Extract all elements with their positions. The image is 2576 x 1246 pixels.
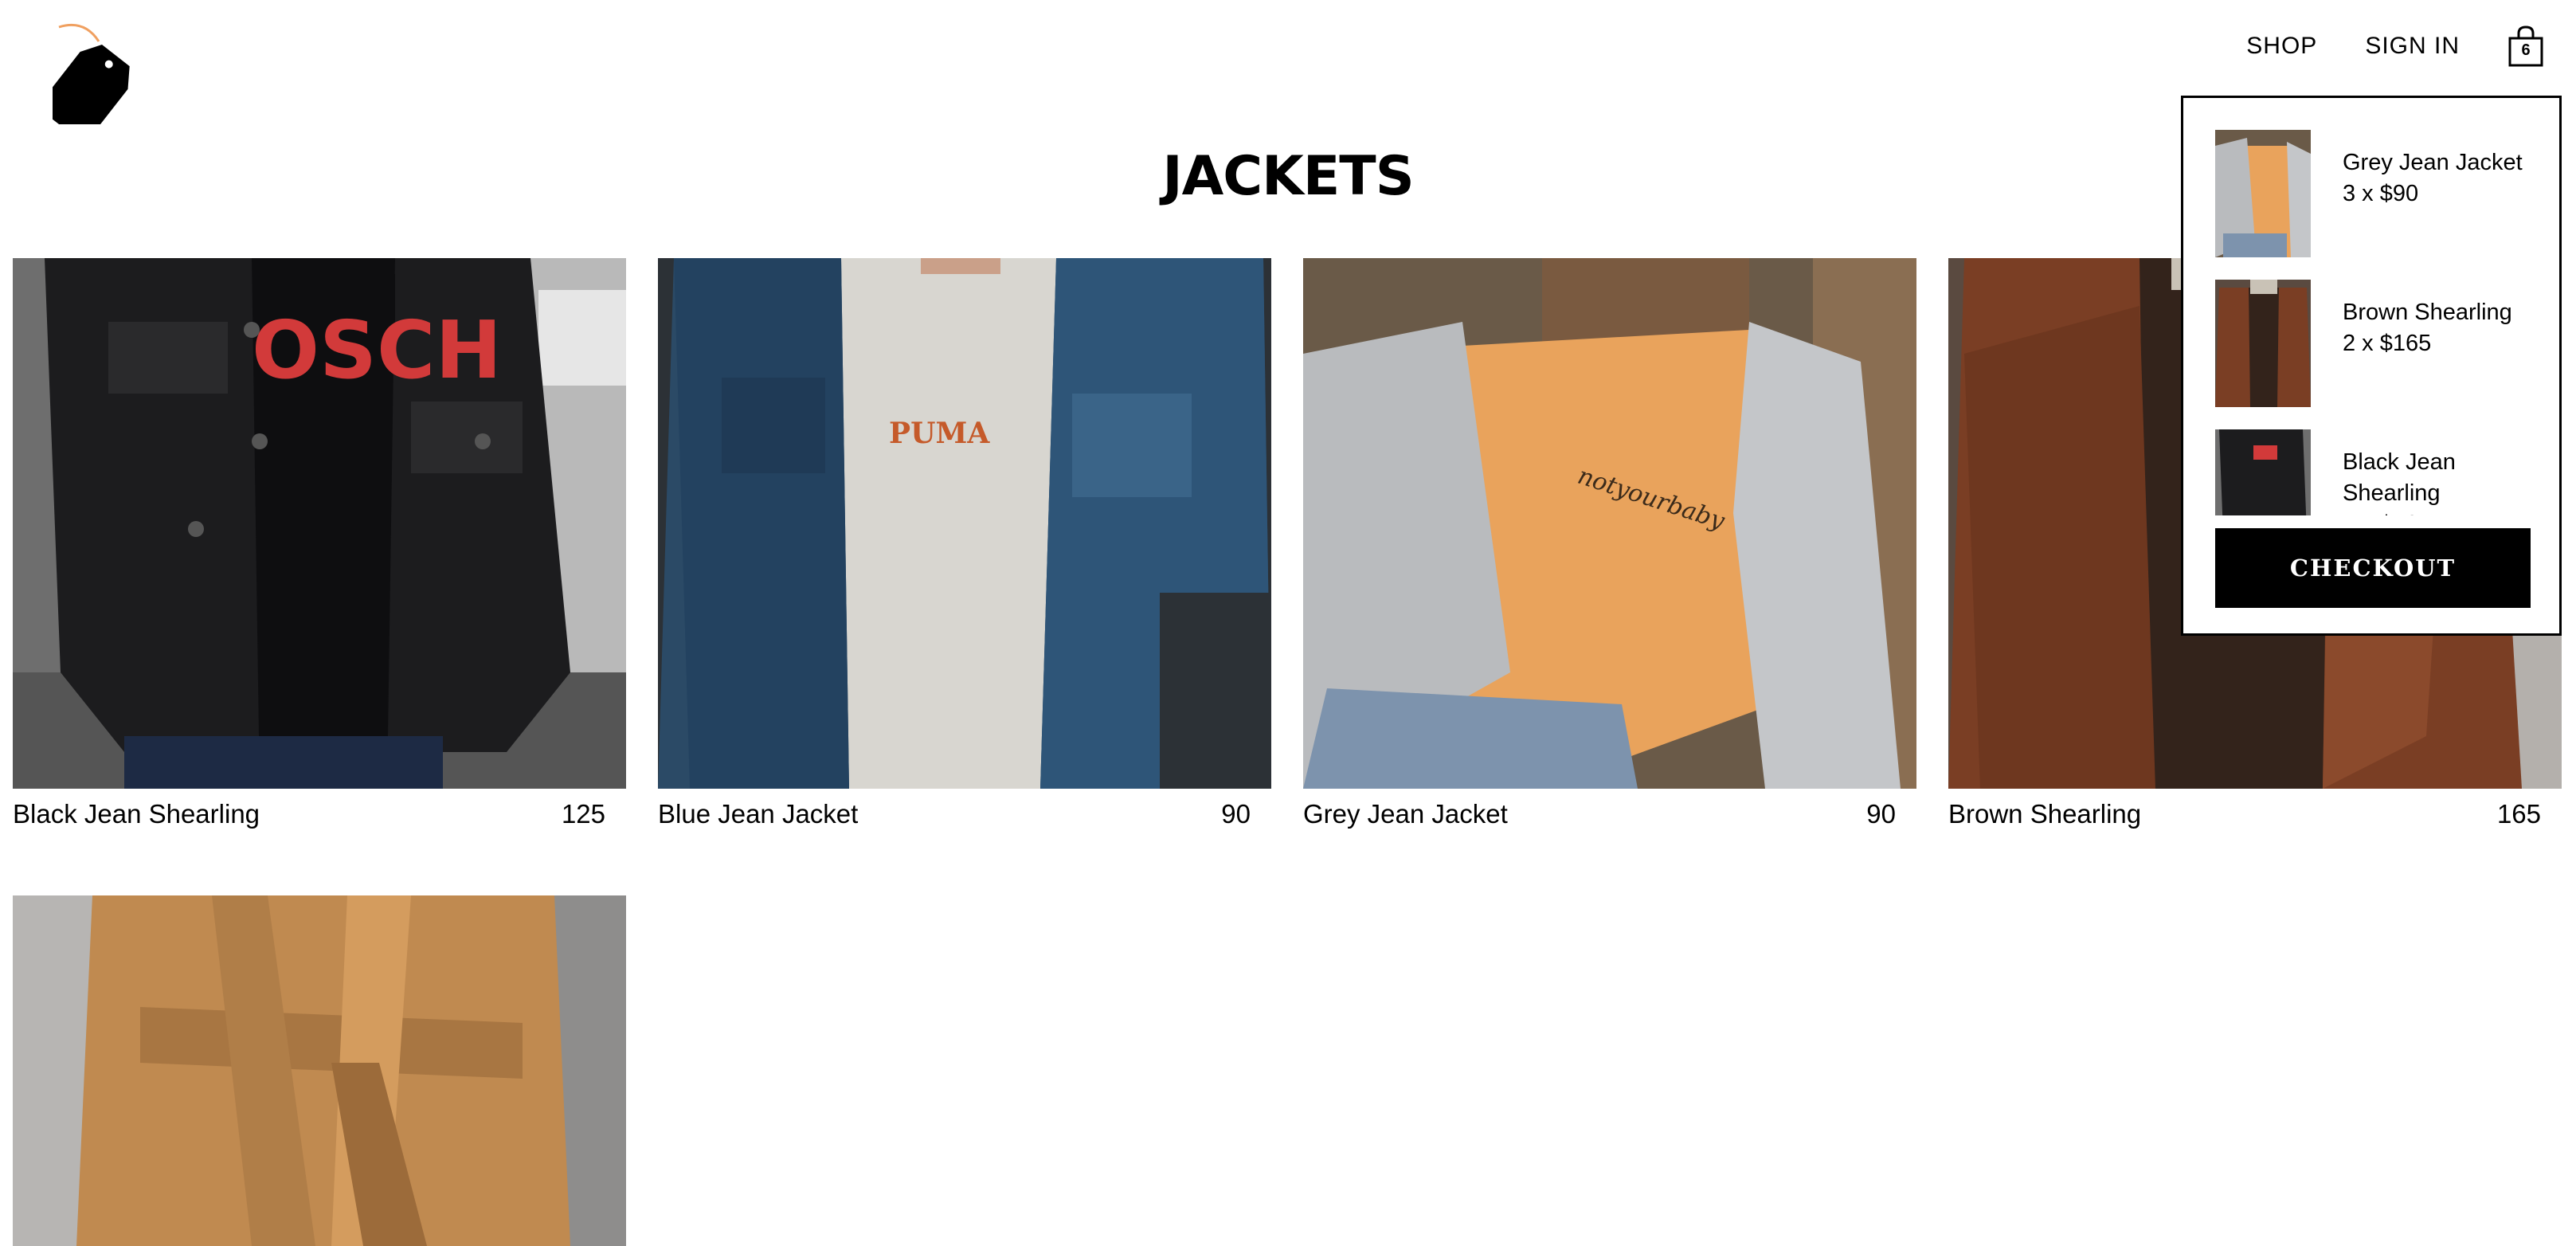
- product-image: notyourbaby: [1303, 258, 1916, 789]
- cart-items-list[interactable]: Grey Jean Jacket 3 x $90 Brown Shearling…: [2215, 130, 2534, 515]
- cart-item-details: Black Jean Shearling 1 x $125: [2343, 447, 2534, 515]
- cart-item-name: Black Jean Shearling: [2343, 449, 2456, 506]
- cart-item-qty-price: 2 x $165: [2343, 331, 2432, 356]
- product-name: Blue Jean Jacket: [658, 799, 859, 829]
- main-nav: SHOP SIGN IN 6: [2246, 22, 2544, 70]
- cart-item: Brown Shearling 2 x $165: [2215, 280, 2534, 407]
- cart-item-image: [2215, 280, 2311, 407]
- product-name: Black Jean Shearling: [13, 799, 260, 829]
- cart-item-name: Brown Shearling: [2343, 300, 2512, 325]
- product-info: Blue Jean Jacket 90: [658, 789, 1271, 840]
- product-price: 125: [561, 799, 605, 829]
- product-image: [13, 895, 626, 1246]
- cart-item: Black Jean Shearling 1 x $125: [2215, 429, 2534, 515]
- product-card[interactable]: OSCH Black Jean Shearling 125: [13, 258, 626, 840]
- cart-item-details: Grey Jean Jacket 3 x $90: [2343, 147, 2534, 257]
- product-info: Grey Jean Jacket 90: [1303, 789, 1916, 840]
- cart-item-image: [2215, 429, 2311, 515]
- price-tag-icon[interactable]: [37, 21, 180, 145]
- product-name: Brown Shearling: [1948, 799, 2142, 829]
- cart-item-name: Grey Jean Jacket: [2343, 150, 2523, 175]
- shopping-bag-icon[interactable]: 6: [2507, 25, 2544, 67]
- cart-item-image: [2215, 130, 2311, 257]
- cart-item: Grey Jean Jacket 3 x $90: [2215, 130, 2534, 257]
- svg-text:PUMA: PUMA: [889, 417, 990, 450]
- product-price: 90: [1866, 799, 1896, 829]
- cart-dropdown: Grey Jean Jacket 3 x $90 Brown Shearling…: [2181, 96, 2562, 636]
- checkout-button[interactable]: CHECKOUT: [2215, 528, 2531, 608]
- cart-item-count: 6: [2521, 41, 2531, 59]
- product-price: 165: [2496, 799, 2541, 829]
- cart-item-details: Brown Shearling 2 x $165: [2343, 297, 2534, 407]
- product-image: OSCH: [13, 258, 626, 789]
- svg-text:OSCH: OSCH: [252, 304, 502, 397]
- product-name: Grey Jean Jacket: [1303, 799, 1508, 829]
- nav-shop-link[interactable]: SHOP: [2246, 33, 2317, 60]
- product-image: PUMA: [658, 258, 1271, 789]
- cart-item-qty-price: 1 x $125: [2343, 509, 2534, 515]
- product-info: Brown Shearling 165: [1948, 789, 2562, 840]
- cart-item-qty-price: 3 x $90: [2343, 181, 2419, 206]
- product-card[interactable]: [13, 895, 626, 1246]
- product-card[interactable]: notyourbaby Grey Jean Jacket 90: [1303, 258, 1916, 840]
- product-card[interactable]: PUMA Blue Jean Jacket 90: [658, 258, 1271, 840]
- product-info: Black Jean Shearling 125: [13, 789, 626, 840]
- nav-sign-in-link[interactable]: SIGN IN: [2365, 33, 2460, 60]
- product-price: 90: [1221, 799, 1251, 829]
